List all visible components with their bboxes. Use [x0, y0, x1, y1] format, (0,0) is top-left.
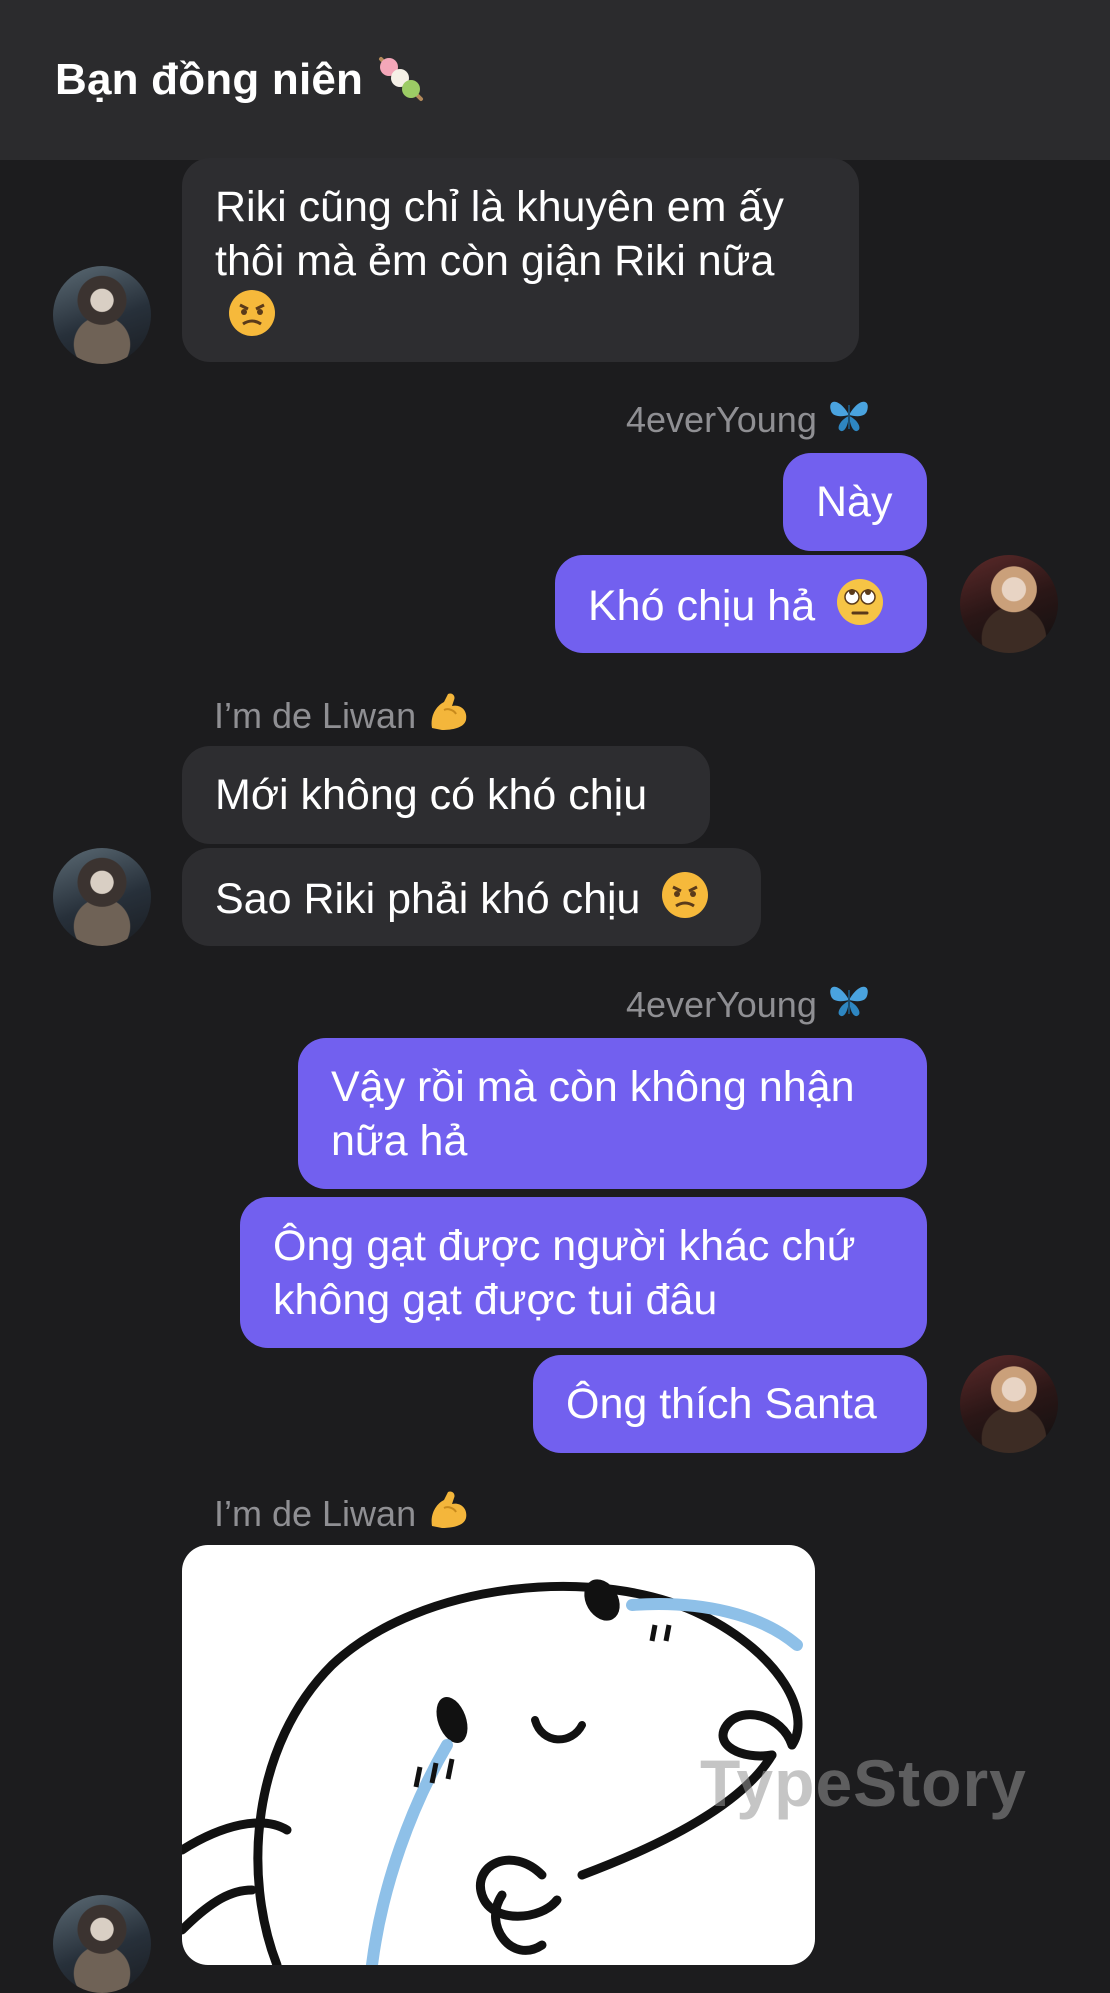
sender-name-text: 4everYoung	[626, 983, 817, 1025]
my-avatar[interactable]	[960, 1355, 1058, 1453]
flexed-biceps-icon	[426, 688, 472, 743]
sender-name-friend: I’m de Liwan	[214, 688, 472, 743]
friend-avatar[interactable]	[53, 1895, 151, 1993]
eye-roll-face-icon	[835, 577, 885, 640]
incoming-message-bubble[interactable]: Mới không có khó chịu	[182, 746, 710, 844]
chat-header: Bạn đồng niên	[0, 0, 1110, 160]
friend-avatar[interactable]	[53, 848, 151, 946]
incoming-message-bubble[interactable]: Riki cũng chỉ là khuyên em ấy thôi mà ẻm…	[182, 158, 859, 362]
chat-title[interactable]: Bạn đồng niên	[55, 55, 363, 105]
sender-name-me: 4everYoung	[626, 980, 871, 1029]
message-text: Mới không có khó chịu	[215, 771, 648, 819]
butterfly-icon	[827, 980, 871, 1029]
dango-icon	[373, 51, 427, 109]
incoming-message-bubble[interactable]: Sao Riki phải khó chịu	[182, 848, 761, 946]
outgoing-message-bubble[interactable]: Ông thích Santa	[533, 1355, 927, 1453]
message-text: Khó chịu hả	[588, 581, 816, 630]
message-text: Ông gạt được người khác chứ không gạt đư…	[273, 1222, 856, 1324]
watermark-text: TypeStory	[700, 1746, 1027, 1820]
angry-face-icon	[227, 288, 277, 351]
sender-name-me: 4everYoung	[626, 395, 871, 444]
message-text: Sao Riki phải khó chịu	[215, 874, 641, 923]
angry-face-icon	[660, 870, 710, 933]
outgoing-message-bubble[interactable]: Khó chịu hả	[555, 555, 927, 653]
message-text: Riki cũng chỉ là khuyên em ấy thôi mà ẻm…	[215, 183, 784, 285]
outgoing-message-bubble[interactable]: Ông gạt được người khác chứ không gạt đư…	[240, 1197, 927, 1348]
my-avatar[interactable]	[960, 555, 1058, 653]
friend-avatar[interactable]	[53, 266, 151, 364]
sender-name-text: I’m de Liwan	[214, 694, 417, 736]
sender-name-text: 4everYoung	[626, 398, 817, 440]
outgoing-message-bubble[interactable]: Này	[783, 453, 927, 551]
butterfly-icon	[827, 395, 871, 444]
flexed-biceps-icon	[426, 1486, 472, 1541]
message-text: Này	[816, 478, 893, 526]
sender-name-text: I’m de Liwan	[214, 1492, 417, 1534]
message-text: Ông thích Santa	[566, 1380, 877, 1428]
outgoing-message-bubble[interactable]: Vậy rồi mà còn không nhận nữa hả	[298, 1038, 927, 1189]
message-text: Vậy rồi mà còn không nhận nữa hả	[331, 1063, 855, 1165]
sender-name-friend: I’m de Liwan	[214, 1486, 472, 1541]
